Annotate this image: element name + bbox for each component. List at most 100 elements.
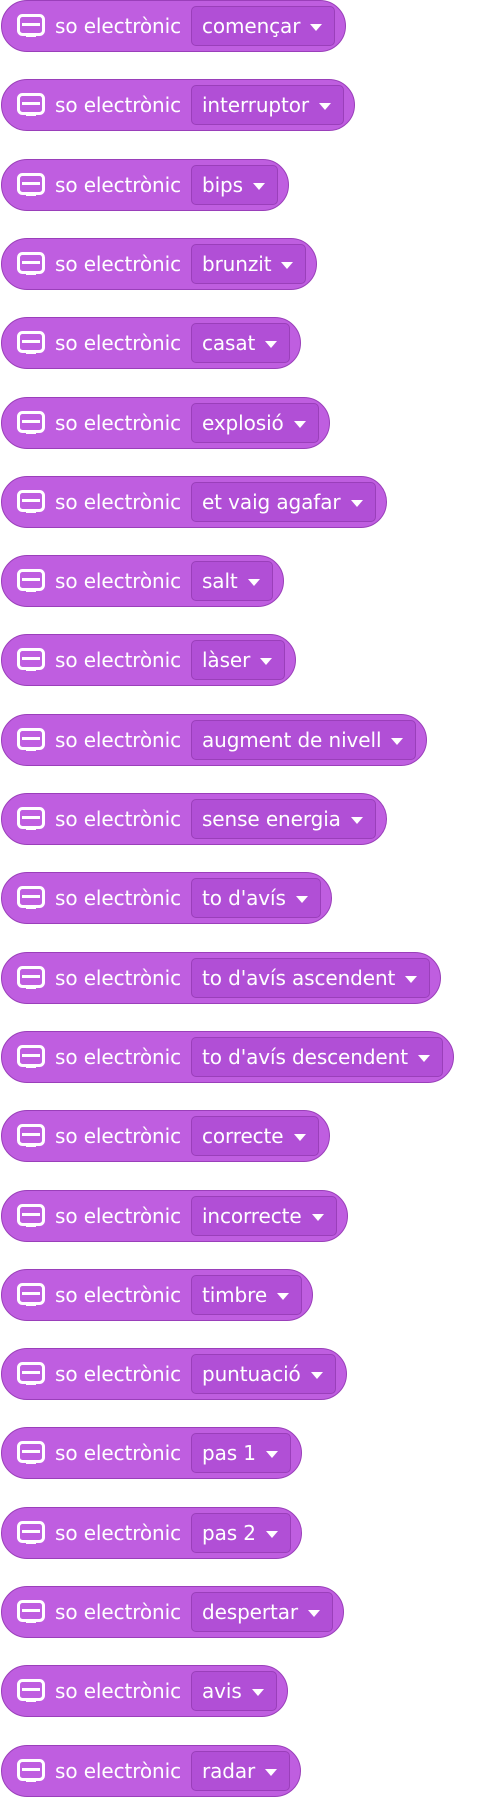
block-label: so electrònic: [55, 1759, 181, 1783]
chevron-down-icon: [293, 1133, 306, 1141]
microbit-icon: [16, 92, 46, 118]
sound-dropdown[interactable]: salt: [190, 561, 273, 601]
chevron-down-icon: [281, 261, 294, 269]
chevron-down-icon: [252, 182, 265, 190]
sound-dropdown[interactable]: to d'avís descendent: [190, 1037, 443, 1077]
sound-dropdown[interactable]: pas 1: [190, 1433, 291, 1473]
block-label: so electrònic: [55, 490, 181, 514]
sound-block[interactable]: so electrònic interruptor: [1, 79, 356, 131]
microbit-icon: [16, 489, 46, 515]
sound-block[interactable]: so electrònic radar: [1, 1745, 302, 1797]
block-label: so electrònic: [55, 93, 181, 117]
sound-dropdown[interactable]: sense energia: [190, 799, 376, 839]
sound-dropdown[interactable]: bips: [190, 165, 278, 205]
sound-dropdown[interactable]: incorrecte: [190, 1196, 337, 1236]
block-label: so electrònic: [55, 569, 181, 593]
block-label: so electrònic: [55, 807, 181, 831]
sound-dropdown-value: bips: [201, 173, 243, 197]
sound-block[interactable]: so electrònic to d'avís: [1, 872, 332, 924]
sound-block[interactable]: so electrònic augment de nivell: [1, 714, 428, 766]
chevron-down-icon: [277, 1292, 290, 1300]
sound-block[interactable]: so electrònic làser: [1, 634, 297, 686]
chevron-down-icon: [417, 1054, 430, 1062]
block-label: so electrònic: [55, 728, 181, 752]
sound-block[interactable]: so electrònic pas 1: [1, 1427, 302, 1479]
chevron-down-icon: [247, 578, 260, 586]
microbit-icon: [16, 1440, 46, 1466]
sound-block[interactable]: so electrònic casat: [1, 317, 302, 369]
chevron-down-icon: [405, 975, 418, 983]
sound-dropdown[interactable]: avis: [190, 1671, 277, 1711]
sound-dropdown[interactable]: pas 2: [190, 1513, 291, 1553]
microbit-icon: [16, 330, 46, 356]
chevron-down-icon: [265, 1450, 278, 1458]
block-label: so electrònic: [55, 1362, 181, 1386]
sound-dropdown[interactable]: començar: [190, 6, 336, 46]
chevron-down-icon: [265, 340, 278, 348]
sound-dropdown[interactable]: puntuació: [190, 1354, 336, 1394]
sound-block[interactable]: so electrònic timbre: [1, 1269, 314, 1321]
sound-block[interactable]: so electrònic sense energia: [1, 793, 387, 845]
chevron-down-icon: [310, 23, 323, 31]
sound-block[interactable]: so electrònic incorrecte: [1, 1190, 348, 1242]
chevron-down-icon: [265, 1530, 278, 1538]
sound-dropdown[interactable]: to d'avís: [190, 878, 321, 918]
sound-dropdown[interactable]: to d'avís ascendent: [190, 958, 431, 998]
sound-block[interactable]: so electrònic correcte: [1, 1110, 330, 1162]
chevron-down-icon: [293, 420, 306, 428]
sound-dropdown-value: radar: [201, 1759, 256, 1783]
sound-dropdown[interactable]: explosió: [190, 403, 319, 443]
sound-dropdown-value: sense energia: [201, 807, 341, 831]
block-label: so electrònic: [55, 1124, 181, 1148]
sound-dropdown[interactable]: interruptor: [190, 85, 345, 125]
microbit-icon: [16, 1520, 46, 1546]
sound-dropdown[interactable]: correcte: [190, 1116, 319, 1156]
chevron-down-icon: [265, 1768, 278, 1776]
sound-block[interactable]: so electrònic bips: [1, 159, 289, 211]
block-label: so electrònic: [55, 14, 181, 38]
sound-dropdown[interactable]: despertar: [190, 1592, 334, 1632]
sound-dropdown-value: to d'avís: [201, 886, 286, 910]
sound-block[interactable]: so electrònic brunzit: [1, 238, 318, 290]
chevron-down-icon: [260, 657, 273, 665]
block-label: so electrònic: [55, 966, 181, 990]
sound-block[interactable]: so electrònic explosió: [1, 397, 330, 449]
sound-block[interactable]: so electrònic to d'avís ascendent: [1, 952, 442, 1004]
sound-block[interactable]: so electrònic to d'avís descendent: [1, 1031, 454, 1083]
sound-dropdown[interactable]: casat: [190, 323, 291, 363]
sound-block[interactable]: so electrònic et vaig agafar: [1, 476, 387, 528]
block-label: so electrònic: [55, 1283, 181, 1307]
microbit-icon: [16, 965, 46, 991]
microbit-icon: [16, 1361, 46, 1387]
chevron-down-icon: [308, 1609, 321, 1617]
sound-dropdown-value: començar: [201, 14, 301, 38]
sound-block[interactable]: so electrònic avis: [1, 1665, 288, 1717]
chevron-down-icon: [251, 1688, 264, 1696]
microbit-icon: [16, 727, 46, 753]
sound-dropdown[interactable]: radar: [190, 1751, 291, 1791]
block-label: so electrònic: [55, 1441, 181, 1465]
microbit-icon: [16, 1758, 46, 1784]
sound-block[interactable]: so electrònic començar: [1, 0, 347, 52]
microbit-icon: [16, 1203, 46, 1229]
chevron-down-icon: [350, 816, 363, 824]
block-label: so electrònic: [55, 1679, 181, 1703]
sound-block[interactable]: so electrònic pas 2: [1, 1507, 302, 1559]
sound-dropdown[interactable]: brunzit: [190, 244, 307, 284]
sound-dropdown[interactable]: et vaig agafar: [190, 482, 376, 522]
sound-block[interactable]: so electrònic despertar: [1, 1586, 345, 1638]
sound-dropdown-value: avis: [201, 1679, 242, 1703]
block-label: so electrònic: [55, 886, 181, 910]
microbit-icon: [16, 13, 46, 39]
sound-dropdown[interactable]: timbre: [190, 1275, 303, 1315]
microbit-icon: [16, 410, 46, 436]
sound-dropdown[interactable]: làser: [190, 640, 286, 680]
block-label: so electrònic: [55, 173, 181, 197]
sound-block[interactable]: so electrònic salt: [1, 555, 284, 607]
sound-dropdown[interactable]: augment de nivell: [190, 720, 417, 760]
chevron-down-icon: [311, 1213, 324, 1221]
sound-block[interactable]: so electrònic puntuació: [1, 1348, 347, 1400]
sound-dropdown-value: interruptor: [201, 93, 310, 117]
sound-dropdown-value: augment de nivell: [201, 728, 382, 752]
sound-dropdown-value: explosió: [201, 411, 284, 435]
